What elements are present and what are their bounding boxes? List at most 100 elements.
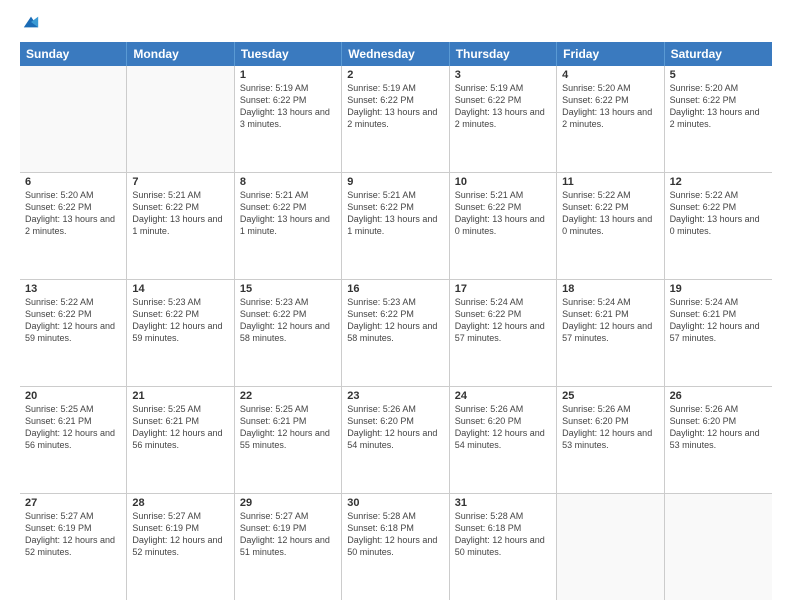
cell-text: Sunrise: 5:25 AM Sunset: 6:21 PM Dayligh… (25, 403, 121, 452)
calendar-cell: 3Sunrise: 5:19 AM Sunset: 6:22 PM Daylig… (450, 66, 557, 172)
day-number: 17 (455, 283, 551, 295)
logo (20, 18, 40, 36)
day-number: 1 (240, 69, 336, 81)
day-number: 14 (132, 283, 228, 295)
calendar-header-row: SundayMondayTuesdayWednesdayThursdayFrid… (20, 42, 772, 66)
calendar-cell: 23Sunrise: 5:26 AM Sunset: 6:20 PM Dayli… (342, 387, 449, 493)
day-number: 29 (240, 497, 336, 509)
cell-text: Sunrise: 5:20 AM Sunset: 6:22 PM Dayligh… (562, 82, 658, 131)
calendar-cell: 15Sunrise: 5:23 AM Sunset: 6:22 PM Dayli… (235, 280, 342, 386)
day-number: 26 (670, 390, 767, 402)
cell-text: Sunrise: 5:28 AM Sunset: 6:18 PM Dayligh… (347, 510, 443, 559)
cell-text: Sunrise: 5:23 AM Sunset: 6:22 PM Dayligh… (240, 296, 336, 345)
day-number: 10 (455, 176, 551, 188)
calendar-cell: 26Sunrise: 5:26 AM Sunset: 6:20 PM Dayli… (665, 387, 772, 493)
calendar-header-cell: Wednesday (342, 42, 449, 66)
calendar-cell: 14Sunrise: 5:23 AM Sunset: 6:22 PM Dayli… (127, 280, 234, 386)
day-number: 22 (240, 390, 336, 402)
cell-text: Sunrise: 5:19 AM Sunset: 6:22 PM Dayligh… (455, 82, 551, 131)
calendar-header-cell: Thursday (450, 42, 557, 66)
day-number: 25 (562, 390, 658, 402)
day-number: 30 (347, 497, 443, 509)
cell-text: Sunrise: 5:20 AM Sunset: 6:22 PM Dayligh… (670, 82, 767, 131)
day-number: 27 (25, 497, 121, 509)
day-number: 15 (240, 283, 336, 295)
calendar-header-cell: Monday (127, 42, 234, 66)
day-number: 9 (347, 176, 443, 188)
cell-text: Sunrise: 5:24 AM Sunset: 6:21 PM Dayligh… (562, 296, 658, 345)
calendar-header-cell: Tuesday (235, 42, 342, 66)
cell-text: Sunrise: 5:22 AM Sunset: 6:22 PM Dayligh… (25, 296, 121, 345)
day-number: 20 (25, 390, 121, 402)
cell-text: Sunrise: 5:20 AM Sunset: 6:22 PM Dayligh… (25, 189, 121, 238)
calendar-header-cell: Saturday (665, 42, 772, 66)
calendar: SundayMondayTuesdayWednesdayThursdayFrid… (20, 42, 772, 600)
day-number: 2 (347, 69, 443, 81)
day-number: 13 (25, 283, 121, 295)
calendar-header-cell: Friday (557, 42, 664, 66)
calendar-cell: 12Sunrise: 5:22 AM Sunset: 6:22 PM Dayli… (665, 173, 772, 279)
calendar-cell: 1Sunrise: 5:19 AM Sunset: 6:22 PM Daylig… (235, 66, 342, 172)
calendar-cell: 16Sunrise: 5:23 AM Sunset: 6:22 PM Dayli… (342, 280, 449, 386)
day-number: 24 (455, 390, 551, 402)
day-number: 6 (25, 176, 121, 188)
calendar-cell: 22Sunrise: 5:25 AM Sunset: 6:21 PM Dayli… (235, 387, 342, 493)
calendar-cell: 24Sunrise: 5:26 AM Sunset: 6:20 PM Dayli… (450, 387, 557, 493)
calendar-header-cell: Sunday (20, 42, 127, 66)
calendar-cell: 17Sunrise: 5:24 AM Sunset: 6:22 PM Dayli… (450, 280, 557, 386)
cell-text: Sunrise: 5:19 AM Sunset: 6:22 PM Dayligh… (347, 82, 443, 131)
calendar-cell: 11Sunrise: 5:22 AM Sunset: 6:22 PM Dayli… (557, 173, 664, 279)
day-number: 4 (562, 69, 658, 81)
calendar-cell: 25Sunrise: 5:26 AM Sunset: 6:20 PM Dayli… (557, 387, 664, 493)
calendar-week-row: 1Sunrise: 5:19 AM Sunset: 6:22 PM Daylig… (20, 66, 772, 173)
logo-icon (22, 13, 40, 31)
cell-text: Sunrise: 5:26 AM Sunset: 6:20 PM Dayligh… (670, 403, 767, 452)
cell-text: Sunrise: 5:19 AM Sunset: 6:22 PM Dayligh… (240, 82, 336, 131)
day-number: 18 (562, 283, 658, 295)
cell-text: Sunrise: 5:27 AM Sunset: 6:19 PM Dayligh… (240, 510, 336, 559)
day-number: 16 (347, 283, 443, 295)
calendar-week-row: 20Sunrise: 5:25 AM Sunset: 6:21 PM Dayli… (20, 387, 772, 494)
day-number: 7 (132, 176, 228, 188)
calendar-cell: 20Sunrise: 5:25 AM Sunset: 6:21 PM Dayli… (20, 387, 127, 493)
calendar-week-row: 13Sunrise: 5:22 AM Sunset: 6:22 PM Dayli… (20, 280, 772, 387)
calendar-cell: 27Sunrise: 5:27 AM Sunset: 6:19 PM Dayli… (20, 494, 127, 600)
cell-text: Sunrise: 5:22 AM Sunset: 6:22 PM Dayligh… (562, 189, 658, 238)
cell-text: Sunrise: 5:26 AM Sunset: 6:20 PM Dayligh… (455, 403, 551, 452)
calendar-body: 1Sunrise: 5:19 AM Sunset: 6:22 PM Daylig… (20, 66, 772, 600)
cell-text: Sunrise: 5:26 AM Sunset: 6:20 PM Dayligh… (347, 403, 443, 452)
calendar-cell: 28Sunrise: 5:27 AM Sunset: 6:19 PM Dayli… (127, 494, 234, 600)
day-number: 28 (132, 497, 228, 509)
day-number: 5 (670, 69, 767, 81)
cell-text: Sunrise: 5:24 AM Sunset: 6:21 PM Dayligh… (670, 296, 767, 345)
cell-text: Sunrise: 5:21 AM Sunset: 6:22 PM Dayligh… (347, 189, 443, 238)
cell-text: Sunrise: 5:24 AM Sunset: 6:22 PM Dayligh… (455, 296, 551, 345)
calendar-cell: 2Sunrise: 5:19 AM Sunset: 6:22 PM Daylig… (342, 66, 449, 172)
cell-text: Sunrise: 5:23 AM Sunset: 6:22 PM Dayligh… (347, 296, 443, 345)
calendar-cell: 4Sunrise: 5:20 AM Sunset: 6:22 PM Daylig… (557, 66, 664, 172)
cell-text: Sunrise: 5:21 AM Sunset: 6:22 PM Dayligh… (240, 189, 336, 238)
calendar-cell: 9Sunrise: 5:21 AM Sunset: 6:22 PM Daylig… (342, 173, 449, 279)
cell-text: Sunrise: 5:25 AM Sunset: 6:21 PM Dayligh… (240, 403, 336, 452)
cell-text: Sunrise: 5:23 AM Sunset: 6:22 PM Dayligh… (132, 296, 228, 345)
calendar-cell: 30Sunrise: 5:28 AM Sunset: 6:18 PM Dayli… (342, 494, 449, 600)
day-number: 19 (670, 283, 767, 295)
calendar-cell: 29Sunrise: 5:27 AM Sunset: 6:19 PM Dayli… (235, 494, 342, 600)
day-number: 23 (347, 390, 443, 402)
cell-text: Sunrise: 5:28 AM Sunset: 6:18 PM Dayligh… (455, 510, 551, 559)
calendar-week-row: 27 Sunrise: 5:27 AM Sunset: 6:19 PM Dayli… (20, 494, 772, 600)
calendar-cell (20, 66, 127, 172)
cell-text: Sunrise: 5:26 AM Sunset: 6:20 PM Dayligh… (562, 403, 658, 452)
page: SundayMondayTuesdayWednesdayThursdayFrid… (0, 0, 792, 612)
cell-text: Sunrise: 5:22 AM Sunset: 6:22 PM Dayligh… (670, 189, 767, 238)
calendar-cell: 8Sunrise: 5:21 AM Sunset: 6:22 PM Daylig… (235, 173, 342, 279)
calendar-cell: 10Sunrise: 5:21 AM Sunset: 6:22 PM Dayli… (450, 173, 557, 279)
day-number: 3 (455, 69, 551, 81)
calendar-cell (127, 66, 234, 172)
cell-text: Sunrise: 5:27 AM Sunset: 6:19 PM Dayligh… (132, 510, 228, 559)
day-number: 21 (132, 390, 228, 402)
calendar-cell: 18Sunrise: 5:24 AM Sunset: 6:21 PM Dayli… (557, 280, 664, 386)
day-number: 31 (455, 497, 551, 509)
calendar-cell (557, 494, 664, 600)
cell-text: Sunrise: 5:25 AM Sunset: 6:21 PM Dayligh… (132, 403, 228, 452)
